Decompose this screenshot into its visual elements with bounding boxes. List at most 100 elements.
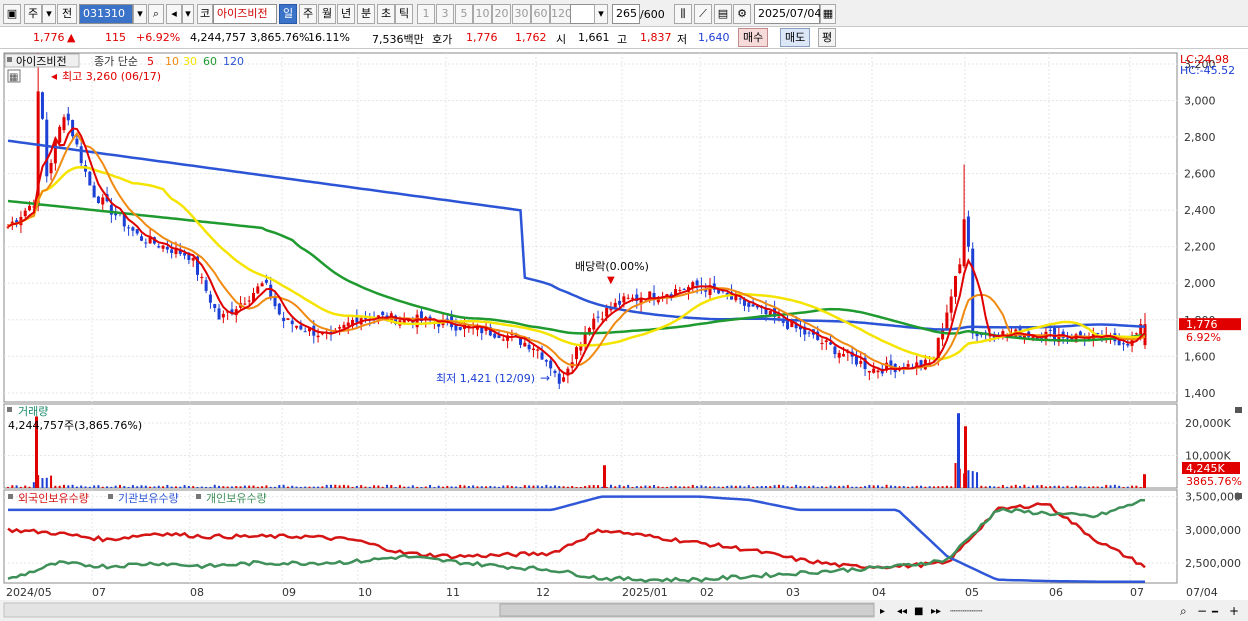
prev-fast-icon: ◂◂ (897, 606, 907, 617)
sound-dropdown-icon[interactable]: ▾ (182, 4, 194, 24)
sell-button[interactable]: 매도 (780, 28, 811, 47)
type-dropdown-icon[interactable]: ▾ (42, 4, 56, 24)
stock-chart[interactable]: 2024/05 07 08 09 10 11 12 2025/01 02 03 04 05 06 07 07… (0, 50, 1248, 621)
x-axis-label: 10 (358, 586, 372, 599)
average-button[interactable]: 평 (818, 28, 837, 47)
volume-bar (1075, 485, 1078, 488)
holdings-legend-marker (108, 494, 113, 499)
ma-period-10: 10 (165, 55, 179, 68)
candle-body (316, 335, 320, 338)
search-icon[interactable]: ⌕ (148, 4, 164, 24)
volume-bar (136, 486, 139, 488)
volume-bar (614, 486, 617, 488)
volume-bar (1100, 486, 1103, 488)
interval-60-button[interactable]: 60 (531, 4, 550, 24)
candle-body (295, 325, 299, 328)
volume-bar (1044, 486, 1047, 488)
x-axis-label: 07 (92, 586, 106, 599)
period-1-button[interactable]: 주 (299, 4, 317, 24)
candle-icon[interactable]: ⫼ (674, 4, 692, 24)
volume-bar (1066, 485, 1069, 488)
zoom-slider-icon: ┅┅┅┅┅┅ (950, 607, 983, 617)
candle-body (527, 344, 531, 350)
save-icon[interactable]: ▤ (714, 4, 732, 24)
window-icon[interactable]: ▣ (3, 4, 21, 24)
volume-bar (717, 486, 720, 488)
volume-bar (454, 486, 457, 488)
candle-body (596, 316, 600, 318)
buy-button[interactable]: 매수 (738, 28, 769, 47)
volume-last-pct-tag: 3865.76% (1186, 475, 1242, 488)
volume-bar (200, 486, 203, 488)
volume-bar (368, 486, 371, 488)
zoom-level-icon: ━ (1211, 607, 1219, 618)
volume-bar (450, 486, 453, 488)
volume-bar (312, 486, 315, 488)
volume-bar (286, 486, 289, 488)
date-input[interactable]: 2025/07/04 (754, 4, 821, 24)
market-button[interactable]: 코 (197, 4, 213, 24)
period-5-button[interactable]: 초 (377, 4, 395, 24)
code-dropdown-icon[interactable]: ▾ (133, 4, 147, 24)
volume-bar (756, 486, 759, 488)
period-6-button[interactable]: 틱 (395, 4, 413, 24)
candle-body (592, 318, 596, 330)
interval-10-button[interactable]: 10 (473, 4, 492, 24)
price-axis-tick: 2,800 (1184, 131, 1216, 144)
volume-bar (407, 486, 410, 488)
gear-icon[interactable]: ⚙ (733, 4, 751, 24)
price-change: 115 (105, 31, 126, 44)
period-3-button[interactable]: 년 (337, 4, 355, 24)
interval-1-button[interactable]: 1 (417, 4, 435, 24)
sound-icon[interactable]: ◂ (166, 4, 182, 24)
candle-body (127, 227, 131, 229)
candle-body (540, 352, 544, 360)
volume-bar (1001, 485, 1004, 488)
volume-bar (1088, 486, 1091, 488)
type-selector[interactable]: 주 (24, 4, 42, 24)
period-4-button[interactable]: 분 (357, 4, 375, 24)
volume-bar (1014, 484, 1017, 488)
candle-body (958, 264, 962, 274)
stock-code-input[interactable]: 031310 (79, 4, 133, 24)
volume-bar (820, 486, 823, 488)
volume-bar (1083, 486, 1086, 488)
volume-bar (627, 484, 630, 488)
volume-bar (170, 486, 173, 488)
candle-body (204, 280, 208, 291)
volume-bar (459, 484, 462, 488)
volume-bar (446, 485, 449, 488)
chart-toolbar: ▣ 주 ▾ 전 031310 ▾ ⌕ ◂ ▾ 코 아이즈비전 일주월년분초틱 1… (0, 0, 1248, 27)
volume-bar (88, 486, 91, 488)
period-2-button[interactable]: 월 (318, 4, 336, 24)
volume-bar (282, 484, 285, 488)
type2-selector[interactable]: 전 (57, 4, 77, 24)
scroll-right-icon: ▸ (880, 606, 885, 617)
grid-icon: ▦ (9, 72, 18, 83)
interval-3-button[interactable]: 3 (436, 4, 454, 24)
interval-dropdown-icon[interactable]: ▾ (594, 4, 608, 24)
ask-price-2: 1,762 (515, 31, 547, 44)
trade-amount: 7,536백만 (372, 33, 424, 46)
volume-menu-icon (7, 407, 12, 412)
count-input[interactable]: 265 (612, 4, 640, 24)
interval-30-button[interactable]: 30 (512, 4, 531, 24)
volume-peak-bar (964, 426, 967, 488)
calendar-icon[interactable]: ▦ (820, 4, 836, 24)
volume-bar (269, 486, 272, 488)
line-tool-icon[interactable]: ⟋ (694, 4, 712, 24)
ma-label: 종가 단순 (94, 55, 138, 68)
volume-bar (915, 485, 918, 488)
volume-bar (330, 484, 333, 488)
volume-bar (510, 486, 513, 488)
volume-bar (472, 485, 475, 488)
interval-5-button[interactable]: 5 (455, 4, 473, 24)
candle-body (949, 296, 953, 313)
period-0-button[interactable]: 일 (279, 4, 297, 24)
volume-bar (657, 486, 660, 488)
interval-120-button[interactable]: 120 (550, 4, 572, 24)
volume-bar (773, 485, 776, 488)
candle-body (1126, 343, 1130, 346)
interval-20-button[interactable]: 20 (492, 4, 511, 24)
last-price-tag: 1,776 (1186, 318, 1218, 331)
